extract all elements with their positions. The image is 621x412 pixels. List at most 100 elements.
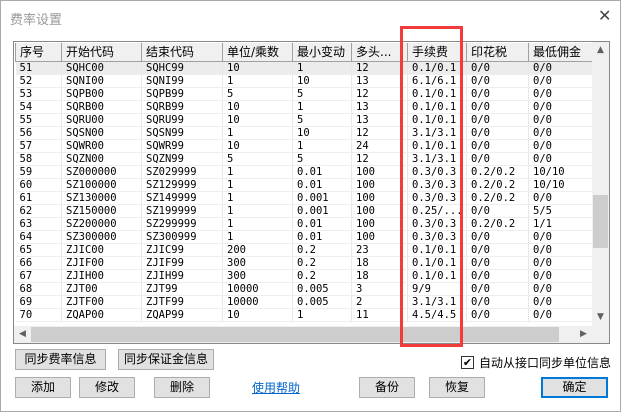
table-cell: 0.1/0.1 <box>407 243 467 257</box>
table-cell: 0.2 <box>292 243 352 257</box>
column-header[interactable]: 单位/乘数 <box>222 43 293 62</box>
column-header[interactable]: 印花税 <box>466 43 529 62</box>
backup-button[interactable]: 备份 <box>359 377 415 398</box>
table-cell: 0.2 <box>292 256 352 270</box>
table-cell: 1 <box>292 308 352 322</box>
delete-button[interactable]: 删除 <box>154 377 210 398</box>
column-header[interactable]: 多头... <box>351 43 408 62</box>
checkbox-check-icon[interactable]: ✔ <box>461 356 474 369</box>
table-row[interactable]: 58 SQZN00 SQZN99 5 5 12 3.1/3.1 0/0 0/0 <box>15 152 594 166</box>
close-icon[interactable]: ✕ <box>598 6 611 25</box>
table-cell: 68 <box>15 282 62 296</box>
table-cell: 0.3/0.3 <box>407 217 467 231</box>
table-cell: ZJIH99 <box>141 269 223 283</box>
table-cell: ZJIC99 <box>141 243 223 257</box>
table-cell: 23 <box>351 243 408 257</box>
table-cell: 100 <box>351 230 408 244</box>
table-row[interactable]: 64 SZ300000 SZ300999 1 0.01 100 0.3/0.3 0/0 0/0 <box>15 230 594 244</box>
scroll-thumb-horizontal[interactable] <box>31 327 559 342</box>
ok-button[interactable]: 确定 <box>541 377 608 398</box>
table-cell: 51 <box>15 61 62 75</box>
scroll-thumb[interactable] <box>593 195 608 248</box>
table-cell: 12 <box>351 126 408 140</box>
table-cell: 10/10 <box>528 178 594 192</box>
table-cell: SQWR00 <box>61 139 142 153</box>
table-row[interactable]: 62 SZ150000 SZ199999 1 0.001 100 0.25/... 0/0 5/… <box>15 204 594 218</box>
sync-margin-button[interactable]: 同步保证金信息 <box>118 349 214 370</box>
scroll-corner <box>592 326 609 343</box>
table-cell: 0.3/0.3 <box>407 191 467 205</box>
restore-button[interactable]: 恢复 <box>429 377 485 398</box>
scroll-down-icon[interactable]: ▼ <box>592 309 609 326</box>
vertical-scrollbar[interactable]: ▲ ▼ <box>592 42 609 326</box>
table-cell: 100 <box>351 191 408 205</box>
horizontal-scrollbar[interactable]: ◀ ▶ <box>14 326 592 343</box>
table-cell: 11 <box>351 308 408 322</box>
table-cell: 0/0 <box>466 126 529 140</box>
table-cell: 67 <box>15 269 62 283</box>
table-cell: 0.005 <box>292 295 352 309</box>
table-cell: SZ150000 <box>61 204 142 218</box>
table-cell: 52 <box>15 74 62 88</box>
scroll-up-icon[interactable]: ▲ <box>592 42 609 59</box>
table-cell: 3 <box>351 282 408 296</box>
table-cell: 10000 <box>222 295 293 309</box>
table-cell: 60 <box>15 178 62 192</box>
table-cell: 12 <box>351 152 408 166</box>
table-row[interactable]: 52 SQNI00 SQNI99 1 10 13 6.1/6.1 0/0 0/0 <box>15 74 594 88</box>
table-cell: 1 <box>222 204 293 218</box>
add-button[interactable]: 添加 <box>15 377 71 398</box>
table-cell: 9/9 <box>407 282 467 296</box>
table-row[interactable]: 59 SZ000000 SZ029999 1 0.01 100 0.3/0.3 0.2/0.2… <box>15 165 594 179</box>
table-cell: 0.001 <box>292 191 352 205</box>
table-row[interactable]: 66 ZJIF00 ZJIF99 300 0.2 18 0.1/0.1 0/0 0/0 <box>15 256 594 270</box>
table-row[interactable]: 53 SQPB00 SQPB99 5 5 12 0.1/0.1 0/0 0/0 <box>15 87 594 101</box>
table-cell: ZQAP00 <box>61 308 142 322</box>
table-cell: 1 <box>292 100 352 114</box>
table-cell: 0/0 <box>528 282 594 296</box>
column-header[interactable]: 序号 <box>15 43 62 62</box>
table-row[interactable]: 69 ZJTF00 ZJTF99 10000 0.005 2 3.1/3.1 0/0 0/0 <box>15 295 594 309</box>
table-cell: 18 <box>351 256 408 270</box>
table-row[interactable]: 55 SQRU00 SQRU99 10 5 13 0.1/0.1 0/0 0/0 <box>15 113 594 127</box>
table-cell: SZ029999 <box>141 165 223 179</box>
sync-fee-button[interactable]: 同步费率信息 <box>15 349 106 370</box>
table-cell: 64 <box>15 230 62 244</box>
table-row[interactable]: 56 SQSN00 SQSN99 1 10 12 3.1/3.1 0/0 0/0 <box>15 126 594 140</box>
table-cell: 69 <box>15 295 62 309</box>
table-cell: 3.1/3.1 <box>407 126 467 140</box>
table-row[interactable]: 54 SQRB00 SQRB99 10 1 13 0.1/0.1 0/0 0/0 <box>15 100 594 114</box>
table-cell: 0.01 <box>292 217 352 231</box>
column-header[interactable]: 结束代码 <box>141 43 223 62</box>
table-row[interactable]: 57 SQWR00 SQWR99 10 1 24 0.1/0.1 0/0 0/0 <box>15 139 594 153</box>
table-row[interactable]: 68 ZJT00 ZJT99 10000 0.005 3 9/9 0/0 0/0 <box>15 282 594 296</box>
table-cell: 5 <box>222 87 293 101</box>
table-cell: SQHC99 <box>141 61 223 75</box>
column-header[interactable]: 最低佣金 <box>528 43 594 62</box>
column-header[interactable]: 最小变动 <box>292 43 352 62</box>
column-header[interactable]: 开始代码 <box>61 43 142 62</box>
table-cell: ZJIH00 <box>61 269 142 283</box>
scroll-left-icon[interactable]: ◀ <box>14 326 31 343</box>
table-cell: 65 <box>15 243 62 257</box>
scroll-right-icon[interactable]: ▶ <box>575 326 592 343</box>
table-row[interactable]: 51 SQHC00 SQHC99 10 1 12 0.1/0.1 0/0 0/0 <box>15 61 594 75</box>
table-row[interactable]: 67 ZJIH00 ZJIH99 300 0.2 18 0.1/0.1 0/0 0/0 <box>15 269 594 283</box>
table-row[interactable]: 61 SZ130000 SZ149999 1 0.001 100 0.3/0.3 0.2/0.… <box>15 191 594 205</box>
column-header[interactable]: 手续费 <box>407 43 467 62</box>
table-cell: 0/0 <box>466 61 529 75</box>
edit-button[interactable]: 修改 <box>79 377 135 398</box>
table-cell: SQZN00 <box>61 152 142 166</box>
table-cell: 0/0 <box>528 269 594 283</box>
table-row[interactable]: 60 SZ100000 SZ129999 1 0.01 100 0.3/0.3 0.2/0.2… <box>15 178 594 192</box>
auto-sync-checkbox[interactable]: ✔ 自动从接口同步单位信息 <box>461 354 611 371</box>
table-row[interactable]: 65 ZJIC00 ZJIC99 200 0.2 23 0.1/0.1 0/0 0/0 <box>15 243 594 257</box>
table-cell: 0.1/0.1 <box>407 87 467 101</box>
table-cell: 0.1/0.1 <box>407 269 467 283</box>
table-cell: 100 <box>351 217 408 231</box>
table-row[interactable]: 63 SZ200000 SZ299999 1 0.01 100 0.3/0.3 0.2/0.2… <box>15 217 594 231</box>
table-cell: SZ299999 <box>141 217 223 231</box>
help-link[interactable]: 使用帮助 <box>252 379 300 396</box>
table-cell: 300 <box>222 256 293 270</box>
table-row[interactable]: 70 ZQAP00 ZQAP99 10 1 11 4.5/4.5 0/0 0/0 <box>15 308 594 322</box>
